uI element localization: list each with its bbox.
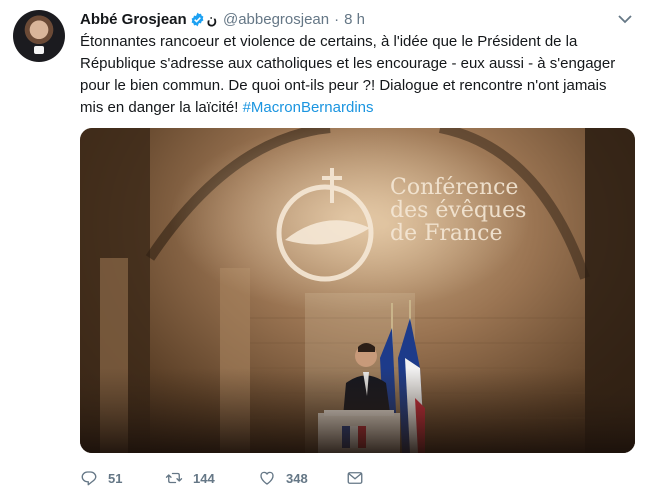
reply-count: 51 — [108, 470, 123, 486]
name-extra-glyph: ن — [206, 10, 217, 27]
display-name[interactable]: Abbé Grosjean — [80, 11, 187, 28]
heart-icon — [260, 471, 274, 485]
projection-line-3: de France — [390, 221, 503, 246]
tweet-header: Abbé Grosjean ن @abbegrosjean · 8 h — [80, 9, 365, 29]
separator-dot: · — [334, 10, 340, 28]
avatar[interactable] — [13, 10, 65, 62]
projection-line-1: Conférence — [390, 175, 519, 200]
handle[interactable]: @abbegrosjean — [223, 11, 329, 28]
tweet-text: Étonnantes rancoeur et violence de certa… — [80, 31, 620, 119]
reply-icon — [81, 471, 97, 486]
tweet-card: Abbé Grosjean ن @abbegrosjean · 8 h Éton… — [0, 0, 647, 497]
retweet-icon — [165, 472, 183, 484]
tweet-photo[interactable]: Conférence des évêques de France — [80, 128, 635, 453]
retweet-count: 144 — [193, 470, 215, 486]
photo-scene — [80, 128, 635, 453]
projected-caption: Conférence des évêques de France — [390, 176, 526, 245]
like-count: 348 — [286, 470, 308, 486]
chevron-down-icon[interactable] — [617, 11, 633, 27]
envelope-icon — [347, 472, 363, 484]
timestamp[interactable]: 8 h — [344, 11, 365, 28]
avatar-collar — [34, 46, 44, 54]
projection-line-2: des évêques — [390, 198, 527, 223]
direct-message-button[interactable] — [346, 469, 374, 487]
verified-badge-icon — [191, 12, 204, 26]
like-button[interactable]: 348 — [258, 469, 308, 487]
retweet-button[interactable]: 144 — [165, 469, 215, 487]
reply-button[interactable]: 51 — [80, 469, 122, 487]
hashtag-link[interactable]: #MacronBernardins — [243, 99, 374, 116]
